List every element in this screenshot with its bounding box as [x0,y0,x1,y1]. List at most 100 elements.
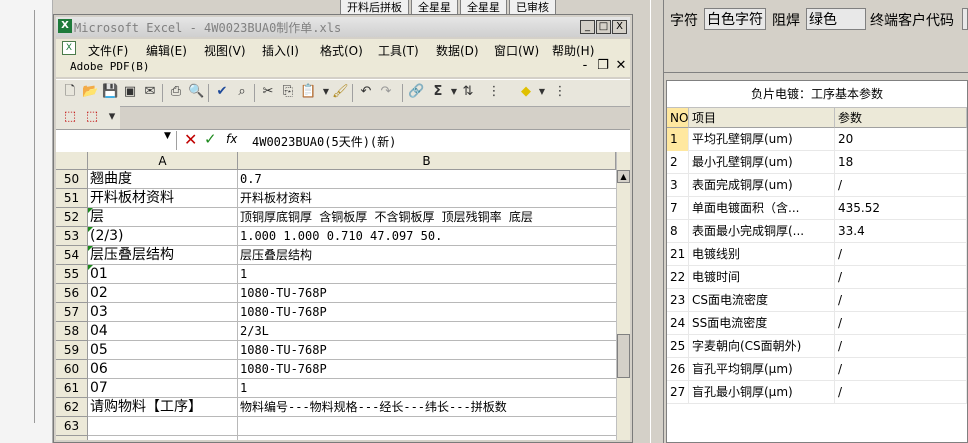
cell-b[interactable]: 顶铜厚底铜厚 含铜板厚 不含铜板厚 顶层残铜率 底层 [238,208,616,227]
grid-cell-item[interactable]: 盲孔最小铜厚(μm) [689,381,835,404]
excel-titlebar[interactable]: X Microsoft Excel - 4W0023BUA0制作单.xls _ … [56,17,630,37]
grid-cell-value[interactable]: 435.52 [835,197,967,220]
excel-app-icon[interactable]: X [58,19,72,33]
scroll-up-button[interactable]: ▲ [617,170,630,183]
menu-adobe-pdf[interactable]: Adobe PDF(B) [70,60,149,73]
row-header[interactable]: 57 [56,303,88,322]
table-row[interactable]: 23 CS面电流密度 / [667,289,967,312]
menu-insert[interactable]: 插入(I) [262,42,299,59]
autosum-icon[interactable]: Σ [430,84,446,100]
cancel-edit-icon[interactable]: ✕ [184,130,197,149]
row-header[interactable]: 56 [56,284,88,303]
row-header[interactable]: 62 [56,398,88,417]
zuhan-field[interactable]: 绿色 [806,8,866,30]
menu-view[interactable]: 视图(V) [204,42,246,59]
cell-a[interactable]: 层 [88,208,238,227]
grid-cell-no[interactable]: 22 [667,266,689,289]
fill-color-dropdown-icon[interactable]: ▼ [534,84,550,100]
format-painter-icon[interactable]: 🖌 [332,84,349,100]
row-header[interactable]: 50 [56,170,88,189]
table-row[interactable]: 24 SS面电流密度 / [667,312,967,335]
grid-header-no[interactable]: NO [667,108,689,128]
formula-input[interactable]: 4W0023BUA0(5天件)(新) [252,133,396,150]
menu-file[interactable]: 文件(F) [88,42,128,59]
grid-cell-value[interactable]: / [835,289,967,312]
cell-a[interactable]: 开料板材资料 [88,189,238,208]
table-row[interactable]: 27 盲孔最小铜厚(μm) / [667,381,967,404]
paste-icon[interactable]: 📋 [300,84,316,100]
grid-cell-item[interactable]: SS面电流密度 [689,312,835,335]
grid-cell-no[interactable]: 21 [667,243,689,266]
grid-cell-no[interactable]: 8 [667,220,689,243]
grid-cell-no[interactable]: 3 [667,174,689,197]
cell-b[interactable]: 物料编号---物料规格---经长---纬长---拼板数 [238,398,616,417]
zifu-field[interactable]: 白色字符 [704,8,766,30]
workbook-icon[interactable]: X [62,41,76,55]
row-header[interactable]: 55 [56,265,88,284]
grid-cell-value[interactable]: / [835,381,967,404]
spelling-icon[interactable]: ✔ [214,84,230,100]
undo-icon[interactable]: ↶ [358,84,374,100]
row-header[interactable]: 64 [56,436,88,440]
toolbar-overflow-icon[interactable]: ⋮ [486,84,502,100]
grid-cell-item[interactable]: 表面完成铜厚(um) [689,174,835,197]
hyperlink-icon[interactable]: 🔗 [408,84,424,100]
grid-cell-item[interactable]: 盲孔平均铜厚(μm) [689,358,835,381]
grid-cell-value[interactable]: / [835,243,967,266]
grid-cell-item[interactable]: CS面电流密度 [689,289,835,312]
cell-b[interactable]: 1080-TU-768P [238,303,616,322]
table-row[interactable]: 26 盲孔平均铜厚(μm) / [667,358,967,381]
grid-cell-no[interactable]: 25 [667,335,689,358]
grid-cell-no[interactable]: 7 [667,197,689,220]
cell-b[interactable]: 1 [238,265,616,284]
name-box[interactable] [56,131,177,150]
research-icon[interactable]: ⌕ [234,84,250,100]
grid-cell-item[interactable]: 字麦朝向(CS面朝外) [689,335,835,358]
grid-cell-item[interactable]: 平均孔壁铜厚(um) [689,128,835,151]
cell-a[interactable]: 翘曲度 [88,170,238,189]
grid-cell-value[interactable]: / [835,358,967,381]
column-header-b[interactable]: B [238,152,616,170]
cell-b[interactable] [238,436,616,440]
pdf-convert-icon[interactable]: ⬚ [62,109,78,125]
menu-data[interactable]: 数据(D) [436,42,479,59]
table-row[interactable]: 8 表面最小完成铜厚(... 33.4 [667,220,967,243]
new-icon[interactable]: 🗋 [62,84,78,100]
grid-cell-value[interactable]: / [835,174,967,197]
cell-b[interactable]: 2/3L [238,322,616,341]
menu-tools[interactable]: 工具(T) [378,42,419,59]
grid-cell-value[interactable]: / [835,266,967,289]
print-icon[interactable]: ⎙ [168,84,184,100]
row-header[interactable]: 58 [56,322,88,341]
menu-help[interactable]: 帮助(H) [552,42,594,59]
row-header[interactable]: 59 [56,341,88,360]
grid-cell-no[interactable]: 26 [667,358,689,381]
row-header[interactable]: 54 [56,246,88,265]
cell-a[interactable] [88,436,238,440]
grid-cell-no[interactable]: 2 [667,151,689,174]
grid-cell-no[interactable]: 27 [667,381,689,404]
mdi-close-button[interactable]: ✕ [614,58,628,73]
grid-cell-no[interactable]: 23 [667,289,689,312]
cut-icon[interactable]: ✂ [260,84,276,100]
fill-color-icon[interactable]: ◆ [518,84,534,100]
cell-a[interactable]: 层压叠层结构 [88,246,238,265]
table-row[interactable]: 22 电镀时间 / [667,266,967,289]
grid-cell-item[interactable]: 电镀线别 [689,243,835,266]
mdi-minimize-button[interactable]: - [578,58,592,73]
cell-b[interactable] [238,417,616,436]
cell-b[interactable]: 层压叠层结构 [238,246,616,265]
email-icon[interactable]: ✉ [142,84,158,100]
grid-cell-value[interactable]: 20 [835,128,967,151]
enter-edit-icon[interactable]: ✓ [204,130,217,148]
grid-header-item[interactable]: 项目 [689,108,835,128]
save-icon[interactable]: 💾 [102,84,118,100]
cell-a[interactable]: (2/3) [88,227,238,246]
cell-a[interactable]: 请购物料【工序】 [88,398,238,417]
sort-ascending-icon[interactable]: ⇅ [460,84,476,100]
vertical-scrollbar[interactable]: ▲ [616,152,630,440]
select-all-corner[interactable] [56,152,88,170]
scroll-thumb[interactable] [617,334,630,378]
minimize-button[interactable]: _ [580,20,595,34]
open-icon[interactable]: 📂 [82,84,98,100]
